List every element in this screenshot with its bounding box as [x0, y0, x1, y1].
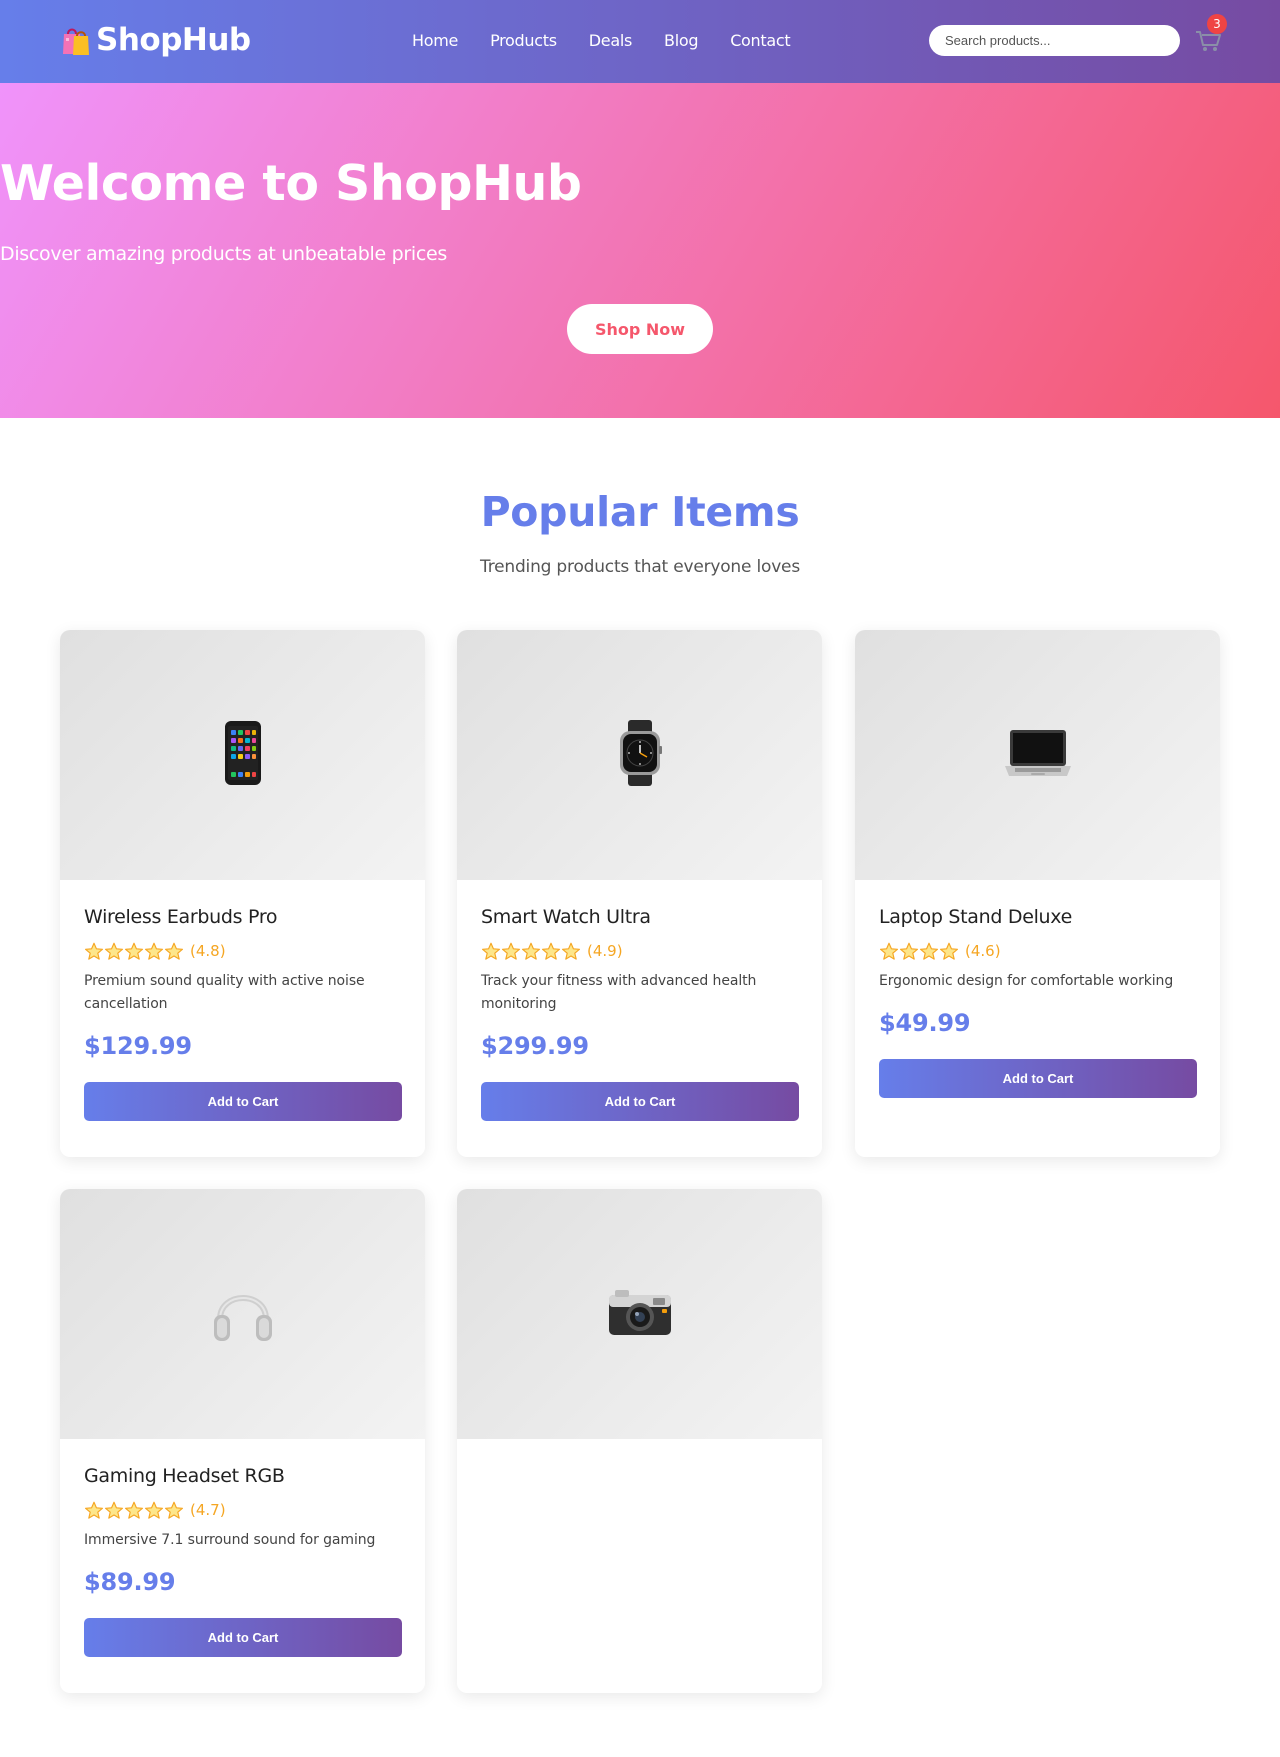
nav-deals[interactable]: Deals — [589, 31, 633, 50]
product-rating: (4.6) — [879, 940, 1196, 962]
nav-home[interactable]: Home — [412, 31, 458, 50]
product-image — [457, 1189, 822, 1439]
rating-value: (4.8) — [190, 942, 226, 960]
rating-value: (4.7) — [190, 1501, 226, 1519]
headphones-icon — [212, 1279, 274, 1349]
camera-icon — [607, 1287, 673, 1341]
add-to-cart-button[interactable]: Add to Cart — [84, 1082, 402, 1121]
product-rating: (4.8) — [84, 940, 401, 962]
section-title: Popular Items — [480, 488, 800, 536]
product-price: $49.99 — [879, 1009, 971, 1037]
product-image — [855, 630, 1220, 880]
star-rating-icon — [84, 1501, 184, 1520]
product-description: Immersive 7.1 surround sound for gaming — [84, 1532, 376, 1548]
add-to-cart-button[interactable]: Add to Cart — [481, 1082, 799, 1121]
product-price: $299.99 — [481, 1032, 589, 1060]
star-rating-icon — [84, 942, 184, 961]
search-input[interactable] — [929, 25, 1180, 56]
rating-value: (4.6) — [965, 942, 1001, 960]
rating-value: (4.9) — [587, 942, 623, 960]
product-price: $129.99 — [84, 1032, 192, 1060]
product-name: Smart Watch Ultra — [481, 906, 651, 928]
product-rating: (4.9) — [481, 940, 798, 962]
product-card[interactable]: Laptop Stand Deluxe (4.6) Ergonomic desi… — [855, 630, 1220, 1157]
shop-now-button[interactable]: Shop Now — [567, 304, 713, 354]
brand-name: ShopHub — [96, 22, 251, 58]
section-subtitle: Trending products that everyone loves — [480, 557, 800, 577]
product-info: Laptop Stand Deluxe (4.6) Ergonomic desi… — [855, 880, 1220, 1122]
hero-title: Welcome to ShopHub — [0, 155, 582, 212]
add-to-cart-button[interactable]: Add to Cart — [84, 1618, 402, 1657]
product-card[interactable]: Gaming Headset RGB (4.7) Immersive 7.1 s… — [60, 1189, 425, 1693]
shopping-bags-icon — [60, 24, 90, 56]
product-description: Ergonomic design for comfortable working — [879, 973, 1174, 989]
nav-products[interactable]: Products — [490, 31, 557, 50]
nav-contact[interactable]: Contact — [730, 31, 790, 50]
product-card[interactable]: Smart Watch Ultra (4.9) Track your fitne… — [457, 630, 822, 1157]
star-rating-icon — [481, 942, 581, 961]
site-header: ShopHub Home Products Deals Blog Contact… — [0, 0, 1280, 83]
product-description: Premium sound quality with active noise … — [84, 973, 365, 1012]
product-info: Wireless Earbuds Pro (4.8) Premium sound… — [60, 880, 425, 1145]
star-rating-icon — [879, 942, 959, 961]
laptop-icon — [1004, 720, 1071, 790]
logo[interactable]: ShopHub — [60, 22, 251, 58]
product-name: Wireless Earbuds Pro — [84, 906, 278, 928]
product-card[interactable]: Wireless Earbuds Pro (4.8) Premium sound… — [60, 630, 425, 1157]
main-nav: Home Products Deals Blog Contact — [412, 31, 791, 50]
phone-icon — [224, 720, 262, 790]
product-info: Gaming Headset RGB (4.7) Immersive 7.1 s… — [60, 1439, 425, 1681]
cart-count-badge: 3 — [1207, 14, 1227, 34]
product-price: $89.99 — [84, 1568, 176, 1596]
product-name: Gaming Headset RGB — [84, 1465, 285, 1487]
hero-subtitle: Discover amazing products at unbeatable … — [0, 243, 448, 265]
product-info: Smart Watch Ultra (4.9) Track your fitne… — [457, 880, 822, 1145]
product-image — [457, 630, 822, 880]
watch-icon — [618, 720, 662, 790]
product-name: Laptop Stand Deluxe — [879, 906, 1073, 928]
product-card[interactable] — [457, 1189, 822, 1693]
nav-blog[interactable]: Blog — [664, 31, 698, 50]
product-image — [60, 630, 425, 880]
product-rating: (4.7) — [84, 1499, 401, 1521]
product-description: Track your fitness with advanced health … — [481, 973, 757, 1012]
product-image — [60, 1189, 425, 1439]
add-to-cart-button[interactable]: Add to Cart — [879, 1059, 1197, 1098]
